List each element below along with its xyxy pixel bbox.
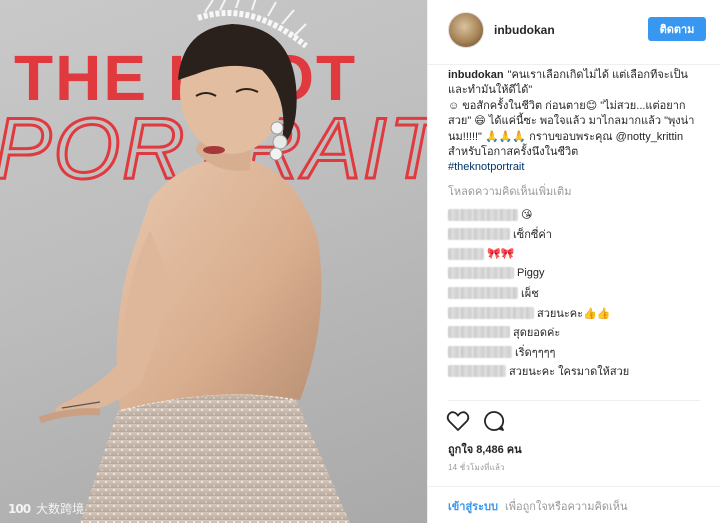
post-header: inbudokan ติดตาม xyxy=(428,0,720,65)
actions-divider xyxy=(448,400,700,401)
comment-text: สุดยอดค่ะ xyxy=(513,327,561,340)
login-prompt-text: เพื่อถูกใจหรือความคิดเห็น xyxy=(505,501,628,513)
comment-text: เริ่ดๆๆๆๆ xyxy=(515,346,556,359)
comment-row: สวยนะคะ ใครมาดให้สวย xyxy=(448,362,702,382)
blurred-commenter-name[interactable] xyxy=(448,247,484,260)
follow-button[interactable]: ติดตาม xyxy=(648,17,706,41)
instagram-post-window: THE KNOT PORTRAIT xyxy=(0,0,720,523)
avatar[interactable] xyxy=(448,12,484,48)
comment-row: Piggy xyxy=(448,264,702,284)
comment-text: เผ็ช xyxy=(521,288,539,301)
comments-section: inbudokan "คนเราเลือกเกิดไม่ได้ แต่เลือกท… xyxy=(428,68,720,400)
blurred-commenter-name[interactable] xyxy=(448,267,514,280)
comment-text: 🎀🎀 xyxy=(487,248,515,261)
heart-icon[interactable] xyxy=(446,410,470,432)
comment-row: 😘 xyxy=(448,205,702,225)
header-username[interactable]: inbudokan xyxy=(494,23,555,37)
blurred-commenter-name[interactable] xyxy=(448,208,518,221)
load-more-comments-link[interactable]: โหลดความคิดเห็นเพิ่มเติม xyxy=(448,182,702,200)
comment-row: 🎀🎀 xyxy=(448,244,702,264)
sparkle-skirt xyxy=(80,392,350,523)
portrait-illustration: THE KNOT PORTRAIT xyxy=(0,0,427,523)
post-photo[interactable]: THE KNOT PORTRAIT xyxy=(0,0,427,523)
blurred-commenter-name[interactable] xyxy=(448,345,512,358)
comment-row: เซ็กซี่ค่า xyxy=(448,224,702,244)
comment-list: 😘 เซ็กซี่ค่า 🎀🎀 Piggy เผ็ชสวยนะคะ👍👍 สุดยอดค่ะ… xyxy=(448,205,702,381)
caption-line-2: ☺ ขอสักครั้งในชีวิต ก่อนตาย😊 "ไม่สวย...แ… xyxy=(448,99,695,159)
blurred-commenter-name[interactable] xyxy=(448,365,506,378)
like-count[interactable]: ถูกใจ 8,486 คน xyxy=(448,440,522,458)
watermark-text: 大数跨境 xyxy=(36,502,85,516)
post-sidebar: inbudokan ติดตาม inbudokan "คนเราเลือกเกิ… xyxy=(428,0,720,523)
comment-row: สวยนะคะ👍👍 xyxy=(448,303,702,323)
comment-text: สวยนะคะ👍👍 xyxy=(537,307,611,320)
post-timestamp: 14 ชั่วโมงที่แล้ว xyxy=(448,463,505,472)
blurred-commenter-name[interactable] xyxy=(448,228,510,241)
comment-icon[interactable] xyxy=(483,410,505,432)
post-caption: inbudokan "คนเราเลือกเกิดไม่ได้ แต่เลือกท… xyxy=(448,68,702,176)
blurred-commenter-name[interactable] xyxy=(448,326,510,339)
comment-text: เซ็กซี่ค่า xyxy=(513,229,552,242)
caption-hashtag[interactable]: #theknotportrait xyxy=(448,160,702,175)
blurred-commenter-name[interactable] xyxy=(448,306,534,319)
login-link[interactable]: เข้าสู่ระบบ xyxy=(448,501,498,513)
footer-divider xyxy=(428,486,720,487)
login-footer: เข้าสู่ระบบ เพื่อถูกใจหรือความคิดเห็น xyxy=(448,497,628,515)
comment-text: สวยนะคะ ใครมาดให้สวย xyxy=(509,366,630,379)
comment-row: สุดยอดค่ะ xyxy=(448,322,702,342)
blurred-commenter-name[interactable] xyxy=(448,287,518,300)
watermark: 100 大数跨境 xyxy=(8,500,84,517)
comment-text: 😘 xyxy=(521,209,533,222)
comment-row: เผ็ช xyxy=(448,283,702,303)
comment-text: Piggy xyxy=(517,267,545,280)
comment-row: เริ่ดๆๆๆๆ xyxy=(448,342,702,362)
watermark-logo: 100 xyxy=(8,501,31,516)
caption-username[interactable]: inbudokan xyxy=(448,69,504,81)
